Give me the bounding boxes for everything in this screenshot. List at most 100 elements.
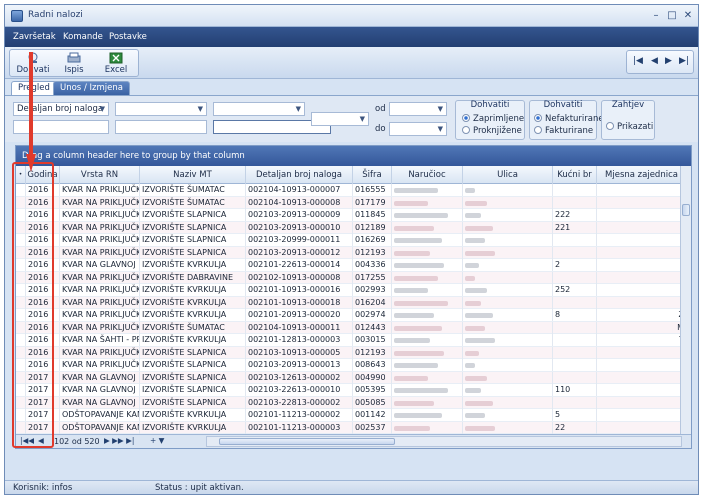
menu-komande[interactable]: Komande [63,32,103,42]
column-header[interactable]: Šifra [353,166,392,184]
pager-add-icon[interactable]: + ▼ [150,436,164,445]
table-row[interactable]: 2017ODŠTOPAVANJE KANAIIZVORIŠTE KVRKULJA… [16,421,691,434]
menu-postavke[interactable]: Postavke [109,32,147,42]
table-cell: IZVORIŠTE SLAPNICA [140,371,246,384]
do-combo[interactable]: ▼ [389,122,447,136]
filter-panel: Detaljan broj naloga ▼ ▼ ▼ ▼ od ▼ do ▼ D… [5,95,698,142]
table-row[interactable]: 2016 KVAR NA PRIKLJUČKU IZVORIŠTE SLAPNICA… [16,234,691,247]
table-row[interactable]: 2016 KVAR NA PRIKLJUČKU IZVORIŠTE DABRAVIN… [16,271,691,284]
table-cell: KVAR NA PRIKLJUČKU [62,346,140,359]
column-header[interactable]: Detaljan broj naloga [246,166,353,184]
table-cell: 011845 [353,209,392,221]
table-cell: IZVORIŠTE SLAPNICA [140,359,246,371]
horizontal-scroll-thumb[interactable] [219,438,395,445]
table-row[interactable]: 2016 KVAR NA PRIKLJUČKU IZVORIŠTE KVRKULJA… [16,284,691,297]
redacted-street [463,196,553,209]
table-row[interactable]: 2016 KVAR NA PRIKLJUČKU IZVORIŠTE SLAPNICA… [16,209,691,222]
filter-logic-combo[interactable]: ▼ [311,112,369,126]
redacted-street [463,384,553,396]
next-record-icon[interactable]: ▶ [665,56,672,66]
title-bar: Radni nalozi – □ ✕ [5,5,698,27]
redacted-street [463,421,553,434]
table-row[interactable]: 2017ODŠTOPAVANJE KANAIIZVORIŠTE KVRKULJA… [16,409,691,422]
table-row[interactable]: 2016 KVAR NA PRIKLJUČKU IZVORIŠTE KVRKULJA… [16,296,691,309]
redacted-text [465,413,485,418]
redacted-text [465,300,481,306]
table-cell [553,234,597,246]
table-row[interactable]: 2016 KVAR NA PRIKLJUČKU IZVORIŠTE ŠUMATAC 0… [16,321,691,334]
column-header[interactable]: Vrsta RN [60,166,140,184]
table-cell [553,321,597,334]
table-cell: 002103-20913-000009 [246,209,353,221]
od-label: od [375,104,386,114]
redacted-text [465,325,485,331]
radio-fakturirane[interactable]: Fakturirane [534,126,593,136]
filter-value-combo[interactable]: ▼ [213,102,305,116]
table-cell: IZVORIŠTE KVRKULJA [140,309,246,321]
column-header[interactable]: Mjesna zajednica [597,166,687,184]
menu-zavrsetak[interactable]: Završetak [13,32,56,42]
table-row[interactable]: 2016 KVAR NA PRIKLJUČKU IZVORIŠTE ŠUMATAC 0… [16,184,691,197]
radio-proknjizene[interactable]: Proknjižene [462,126,522,136]
column-header[interactable]: Naziv MT [140,166,246,184]
table-cell: IZVORIŠTE SLAPNICA [140,396,246,409]
tab-unos-izmjena[interactable]: Unos / Izmjena [53,81,130,95]
excel-button[interactable]: Excel [96,50,136,78]
column-header[interactable]: Naručioc [392,166,463,184]
table-row[interactable]: 2016 KVAR NA PRIKLJUČKU IZVORIŠTE SLAPNICA… [16,221,691,234]
redacted-customer [392,371,463,384]
vertical-scrollbar[interactable] [680,166,691,436]
table-row[interactable]: 2017KVAR NA GLAVNOJ LINIZVORIŠTE SLAPNIC… [16,396,691,409]
table-row[interactable]: 2016 KVAR NA PRIKLJUČKU IZVORIŠTE SLAPNICA… [16,359,691,372]
orders-grid: Drag a column header here to group by th… [15,145,692,449]
redacted-text [394,250,430,256]
radio-nefakturirane[interactable]: Nefakturirane [534,114,604,124]
table-cell: 016269 [353,234,392,246]
chevron-down-icon: ▼ [295,105,301,113]
table-cell: KVAR NA GLAVNOJ LIN [60,384,140,396]
group-by-panel[interactable]: Drag a column header here to group by th… [16,146,691,166]
filter-operator-input-2[interactable] [115,120,207,134]
table-cell: ODŠTOPAVANJE KANAI [60,409,140,421]
table-row[interactable]: 2016KVAR NA ŠAHTI - PRIKLIZVORIŠTE KVRKU… [16,334,691,347]
table-cell: 012443 [353,321,392,334]
table-cell [597,409,687,421]
redacted-text [394,325,442,331]
table-cell: IZVORIŠTE SLAPNICA [140,234,246,246]
vertical-scroll-thumb[interactable] [682,204,690,216]
print-button[interactable]: Ispis [56,50,92,78]
minimize-icon[interactable]: – [649,9,663,23]
radio-nefakturirane-label: Nefakturirane [545,114,604,124]
redacted-text [394,213,448,218]
table-row[interactable]: 2016KVAR NA GLAVNOJ LINIZVORIŠTE KVRKULJ… [16,259,691,272]
table-row[interactable]: 2016 KVAR NA PRIKLJUČKU IZVORIŠTE KVRKULJA… [16,309,691,322]
group-by-hint: Drag a column header here to group by th… [22,151,245,161]
table-cell: KVAR NA GLAVNOJ LIN [60,371,140,384]
horizontal-scrollbar[interactable] [206,436,682,447]
last-record-icon[interactable]: ▶| [679,56,689,66]
table-row[interactable]: 2016 KVAR NA PRIKLJUČKU IZVORIŠTE SLAPNICA… [16,346,691,359]
redacted-text [465,275,475,281]
prev-record-icon[interactable]: ◀ [651,56,658,66]
od-combo[interactable]: ▼ [389,102,447,116]
column-header[interactable]: Kućni br [553,166,597,184]
table-cell: 002993 [353,284,392,296]
table-row[interactable]: 2017KVAR NA GLAVNOJ LINIZVORIŠTE SLAPNIC… [16,384,691,397]
radio-zaprimljene[interactable]: Zaprimljene [462,114,524,124]
redacted-text [394,300,448,306]
radio-unselected-icon [462,126,470,134]
pager-next-icon[interactable]: ▶ ▶▶ ▶| [104,436,134,445]
close-icon[interactable]: ✕ [681,9,695,23]
column-header[interactable]: Ulica [463,166,553,184]
maximize-icon[interactable]: □ [665,9,679,23]
fetch-status-box: Dohvatiti Zaprimljene Proknjižene [455,100,525,140]
table-cell: KVAR NA PRIKLJUČKU [62,271,140,284]
radio-prikazati[interactable]: Prikazati [606,122,653,132]
filter-operator-combo[interactable]: ▼ [115,102,207,116]
table-row[interactable]: 2017KVAR NA GLAVNOJ LINIZVORIŠTE SLAPNIC… [16,371,691,384]
redacted-text [394,413,442,418]
table-row[interactable]: 2016 KVAR NA PRIKLJUČKU IZVORIŠTE ŠUMATAC 0… [16,196,691,209]
first-record-icon[interactable]: |◀ [633,56,643,66]
redacted-text [394,350,444,356]
table-row[interactable]: 2016 KVAR NA PRIKLJUČKU IZVORIŠTE SLAPNICA… [16,246,691,259]
